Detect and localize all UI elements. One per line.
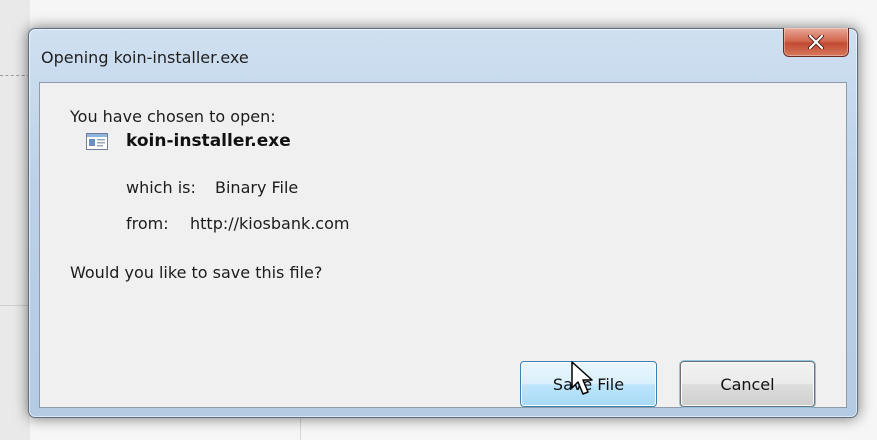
file-source-label: from: [126, 214, 169, 233]
close-x-icon [808, 35, 824, 49]
save-file-button[interactable]: Save File [520, 361, 657, 407]
background-divider [0, 305, 30, 306]
file-type-value: Binary File [215, 178, 299, 197]
file-open-dialog: Opening koin-installer.exe You have chos… [28, 28, 858, 418]
file-source-value: http://kiosbank.com [190, 214, 350, 233]
file-type-label: which is: [126, 178, 196, 197]
dialog-content: You have chosen to open: koin-installer.… [39, 82, 847, 408]
save-question: Would you like to save this file? [70, 263, 323, 282]
prompt-text: You have chosen to open: [70, 107, 276, 126]
dialog-title: Opening koin-installer.exe [41, 48, 249, 67]
background-side-panel [0, 0, 30, 440]
cancel-button[interactable]: Cancel [680, 361, 815, 407]
close-button[interactable] [783, 28, 849, 57]
file-name: koin-installer.exe [126, 131, 291, 151]
executable-file-icon [86, 133, 108, 150]
background-divider [0, 75, 30, 76]
